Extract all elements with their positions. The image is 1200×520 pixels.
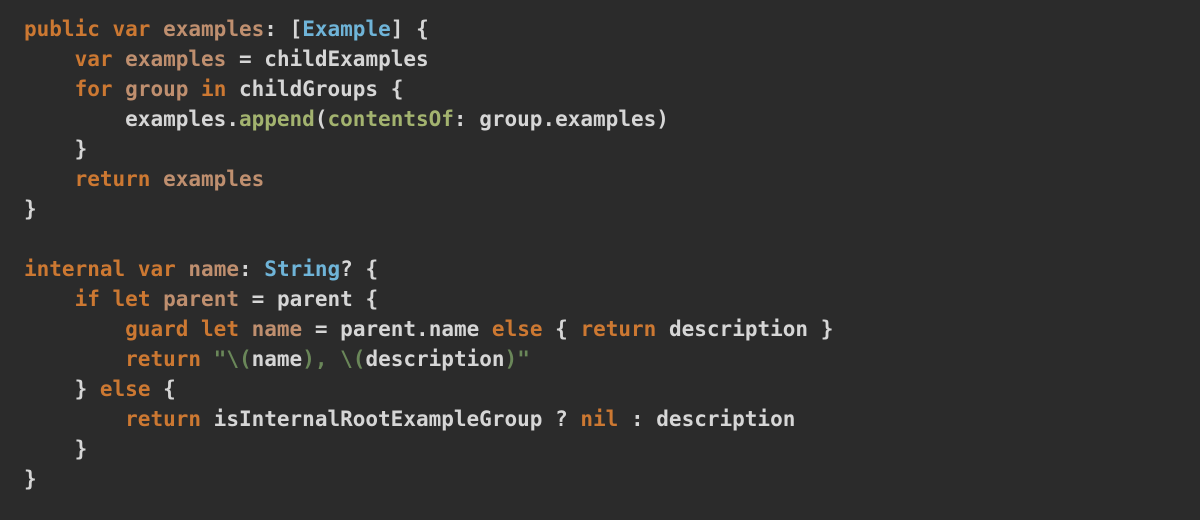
- string-literal: "\(name), \(description)": [214, 347, 530, 371]
- loop-var: group: [125, 77, 188, 101]
- keyword-let: let: [201, 317, 239, 341]
- keyword-return: return: [125, 407, 201, 431]
- identifier: examples: [125, 107, 226, 131]
- keyword-public: public: [24, 17, 100, 41]
- code-line: } else {: [24, 377, 176, 401]
- identifier: examples: [555, 107, 656, 131]
- code-block: public var examples: [Example] { var exa…: [0, 0, 1200, 494]
- identifier: description: [656, 407, 795, 431]
- code-line: internal var name: String? {: [24, 257, 378, 281]
- code-line: }: [24, 197, 37, 221]
- method-append: append: [239, 107, 315, 131]
- local-var: name: [252, 317, 303, 341]
- identifier: name: [429, 317, 480, 341]
- arg-label: contentsOf: [327, 107, 453, 131]
- keyword-var: var: [113, 17, 151, 41]
- code-line: }: [24, 467, 37, 491]
- identifier: description: [669, 317, 808, 341]
- identifier: isInternalRootExampleGroup: [214, 407, 543, 431]
- identifier: childGroups: [239, 77, 378, 101]
- code-line: return examples: [24, 167, 264, 191]
- keyword-else: else: [100, 377, 151, 401]
- keyword-if: if: [75, 287, 100, 311]
- type-string: String: [264, 257, 340, 281]
- code-line: var examples = childExamples: [24, 47, 429, 71]
- type-example: Example: [302, 17, 391, 41]
- keyword-nil: nil: [580, 407, 618, 431]
- identifier: parent: [340, 317, 416, 341]
- code-line: }: [24, 137, 87, 161]
- property-name: examples: [163, 17, 264, 41]
- identifier: group: [479, 107, 542, 131]
- property-name: name: [188, 257, 239, 281]
- code-line: guard let name = parent.name else { retu…: [24, 317, 833, 341]
- keyword-var: var: [75, 47, 113, 71]
- keyword-var: var: [138, 257, 176, 281]
- keyword-guard: guard: [125, 317, 188, 341]
- keyword-in: in: [201, 77, 226, 101]
- code-line: examples.append(contentsOf: group.exampl…: [24, 107, 669, 131]
- keyword-return: return: [75, 167, 151, 191]
- identifier: examples: [163, 167, 264, 191]
- keyword-internal: internal: [24, 257, 125, 281]
- keyword-return: return: [125, 347, 201, 371]
- keyword-for: for: [75, 77, 113, 101]
- keyword-else: else: [492, 317, 543, 341]
- keyword-return: return: [580, 317, 656, 341]
- code-line: return "\(name), \(description)": [24, 347, 530, 371]
- identifier: childExamples: [264, 47, 428, 71]
- keyword-let: let: [113, 287, 151, 311]
- code-line: for group in childGroups {: [24, 77, 403, 101]
- local-var: parent: [163, 287, 239, 311]
- code-line: }: [24, 437, 87, 461]
- identifier: parent: [277, 287, 353, 311]
- code-line: return isInternalRootExampleGroup ? nil …: [24, 407, 795, 431]
- code-line: public var examples: [Example] {: [24, 17, 429, 41]
- local-var: examples: [125, 47, 226, 71]
- code-line: if let parent = parent {: [24, 287, 378, 311]
